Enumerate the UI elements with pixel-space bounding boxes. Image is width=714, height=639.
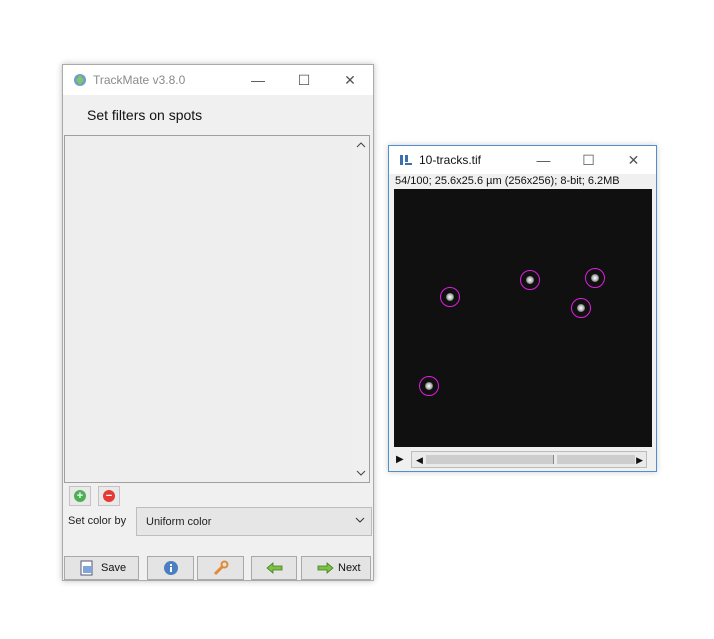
imagej-icon: [400, 155, 412, 165]
spot-marker[interactable]: [585, 268, 605, 288]
next-button[interactable]: Next: [301, 556, 371, 580]
remove-filter-button[interactable]: −: [98, 486, 120, 506]
vertical-scrollbar[interactable]: [353, 136, 369, 482]
spot-marker[interactable]: [440, 287, 460, 307]
wrench-icon: [213, 560, 229, 576]
scroll-left-icon[interactable]: ◀: [416, 455, 423, 466]
color-by-value: Uniform color: [146, 516, 212, 528]
frame-slider-thumb[interactable]: [426, 455, 554, 464]
play-icon[interactable]: ▶: [396, 454, 404, 465]
maximize-button[interactable]: ☐: [566, 146, 611, 174]
save-icon: [80, 560, 93, 576]
spot-marker[interactable]: [520, 270, 540, 290]
close-button[interactable]: ✕: [327, 65, 373, 95]
spot-marker[interactable]: [571, 298, 591, 318]
plus-icon: +: [74, 490, 86, 502]
close-button[interactable]: ✕: [611, 146, 656, 174]
add-filter-button[interactable]: +: [69, 486, 91, 506]
scroll-right-icon[interactable]: ▶: [636, 455, 643, 466]
image-title: 10-tracks.tif: [419, 153, 482, 167]
chevron-down-icon: [355, 517, 365, 523]
image-info: 54/100; 25.6x25.6 µm (256x256); 8-bit; 6…: [395, 175, 620, 187]
panel-title: Set filters on spots: [87, 107, 203, 123]
trackmate-app-icon: [74, 74, 86, 86]
scroll-down-icon[interactable]: [356, 468, 366, 478]
arrow-right-icon: [317, 562, 334, 574]
minimize-button[interactable]: —: [521, 146, 566, 174]
color-by-select[interactable]: Uniform color: [136, 507, 372, 536]
save-button[interactable]: Save: [64, 556, 139, 580]
trackmate-window: TrackMate v3.8.0 — ☐ ✕ Set filters on sp…: [62, 64, 374, 581]
image-titlebar[interactable]: 10-tracks.tif — ☐ ✕: [389, 146, 656, 174]
filters-list[interactable]: [64, 135, 370, 483]
color-by-label: Set color by: [68, 515, 127, 527]
arrow-left-icon: [266, 562, 283, 574]
info-icon: [164, 561, 178, 575]
spot-marker[interactable]: [419, 376, 439, 396]
minimize-button[interactable]: —: [235, 65, 281, 95]
frame-slider-track[interactable]: ◀ ▶: [411, 451, 647, 468]
trackmate-titlebar[interactable]: TrackMate v3.8.0 — ☐ ✕: [63, 65, 373, 95]
frame-slider-rest: [557, 455, 635, 464]
save-label: Save: [101, 562, 127, 574]
settings-button[interactable]: [197, 556, 244, 580]
scroll-up-icon[interactable]: [356, 140, 366, 150]
info-button[interactable]: [147, 556, 194, 580]
image-window: 10-tracks.tif — ☐ ✕ 54/100; 25.6x25.6 µm…: [388, 145, 657, 472]
previous-button[interactable]: [251, 556, 297, 580]
frame-scrollbar[interactable]: ▶ ◀ ▶: [394, 451, 652, 468]
next-label: Next: [338, 562, 361, 574]
window-title: TrackMate v3.8.0: [93, 73, 186, 87]
maximize-button[interactable]: ☐: [281, 65, 327, 95]
image-canvas[interactable]: [394, 189, 652, 447]
minus-icon: −: [103, 490, 115, 502]
